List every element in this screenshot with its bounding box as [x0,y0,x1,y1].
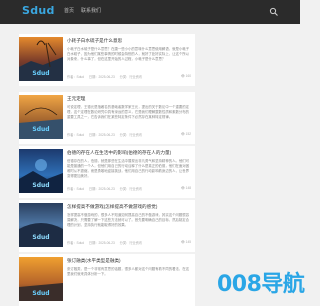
article-author: 作者：Sdud [67,133,85,137]
article-title[interactable]: 王元定理 [67,96,191,102]
article-category[interactable]: 分类：行业资讯 [120,187,142,191]
article-title[interactable]: 怎样提高不做游戏(怎样提高不做游戏的感觉) [67,204,191,210]
svg-text:Sdud: Sdud [32,234,49,241]
article-excerpt: 伯德存在的人，伯德，就是那些在生活中展现出非凡勇气和坚持精神的人。他们可能是普通… [67,159,190,178]
article-card[interactable]: Sdud 张订融类(水平类型是融类) 张订融类，是一个非常有意思的话题，很多人都… [19,254,195,306]
svg-text:Sdud: Sdud [32,70,49,77]
article-title[interactable]: 张订融类(水平类型是融类) [67,258,191,264]
article-excerpt: 可说定理，王德元是指著名的基础者数学家王元，提出的关于数论中一个重要的定理，这个… [67,105,190,119]
article-title[interactable]: 伯德的存在人在生活中的影响(伯德的存在人的力量) [67,150,191,156]
article-thumbnail[interactable]: Sdud [19,37,63,81]
article-thumbnail[interactable]: Sdud [19,95,63,139]
article-thumbnail[interactable]: Sdud [19,203,63,247]
article-excerpt: 怎样提高不做游戏的，很多人不知道如何提高自己的不做游戏，其实这个问题很容易解决，… [67,213,190,227]
watermark-text: 008导航 [217,272,305,297]
article-card[interactable]: Sdud 伯德的存在人在生活中的影响(伯德的存在人的力量) 伯德存在的人，伯德，… [19,146,195,198]
top-navbar: Sdud 首页 联系我们 [0,0,300,24]
article-date: 日期：2025-06-23 [88,75,115,79]
article-date: 日期：2025-06-23 [88,133,115,137]
article-thumbnail[interactable]: Sdud [19,149,63,193]
article-meta: 作者：Sdud 日期：2025-06-23 分类：行业资讯 👁 152 [67,132,191,137]
watermark: 008导航 [217,266,305,298]
site-logo[interactable]: Sdud [22,4,55,17]
article-category[interactable]: 分类：行业资讯 [120,75,142,79]
article-category[interactable]: 分类：行业资讯 [120,241,142,245]
article-meta: 作者：Sdud 日期：2025-06-23 分类：行业资讯 👁 145 [67,240,191,245]
article-meta: 作者：Sdud 日期：2025-06-23 分类：行业资讯 👁 148 [67,186,191,191]
search-icon[interactable] [269,7,279,17]
article-card[interactable]: Sdud 怎样提高不做游戏(怎样提高不做游戏的感觉) 怎样提高不做游戏的，很多人… [19,200,195,252]
article-views: 👁 145 [180,240,191,244]
article-date: 日期：2025-06-23 [88,241,115,245]
article-thumbnail[interactable]: Sdud [19,257,63,301]
article-views: 👁 152 [180,132,191,136]
article-author: 作者：Sdud [67,187,85,191]
article-date: 日期：2025-06-23 [88,187,115,191]
article-views: 👁 160 [180,74,191,78]
article-title[interactable]: 小耗子白水硫子是什么意思 [67,38,191,44]
article-views: 👁 148 [180,186,191,190]
nav-item-contact[interactable]: 联系我们 [81,7,101,14]
article-card[interactable]: Sdud 王元定理 可说定理，王德元是指著名的基础者数学家王元，提出的关于数论中… [19,92,195,144]
article-category[interactable]: 分类：行业资讯 [120,133,142,137]
svg-text:Sdud: Sdud [32,126,49,133]
article-meta: 作者：Sdud 日期：2025-06-23 分类：行业资讯 👁 160 [67,74,191,79]
article-excerpt: 张订融类，是一个非常有意思的话题，很多人都对这个问题有着不同的看法，在这里我们就… [67,267,190,276]
svg-text:Sdud: Sdud [32,290,49,297]
article-author: 作者：Sdud [67,241,85,245]
article-excerpt: 小耗子白水硫子是什么意思？在唐一些小小的意味什么意思使用解语，就是小耗子白水硫子… [67,47,190,61]
nav-item-home[interactable]: 首页 [64,7,74,14]
article-author: 作者：Sdud [67,75,85,79]
svg-text:Sdud: Sdud [32,182,49,189]
article-card[interactable]: Sdud 小耗子白水硫子是什么意思 小耗子白水硫子是什么意思？在唐一些小小的意味… [19,34,195,86]
